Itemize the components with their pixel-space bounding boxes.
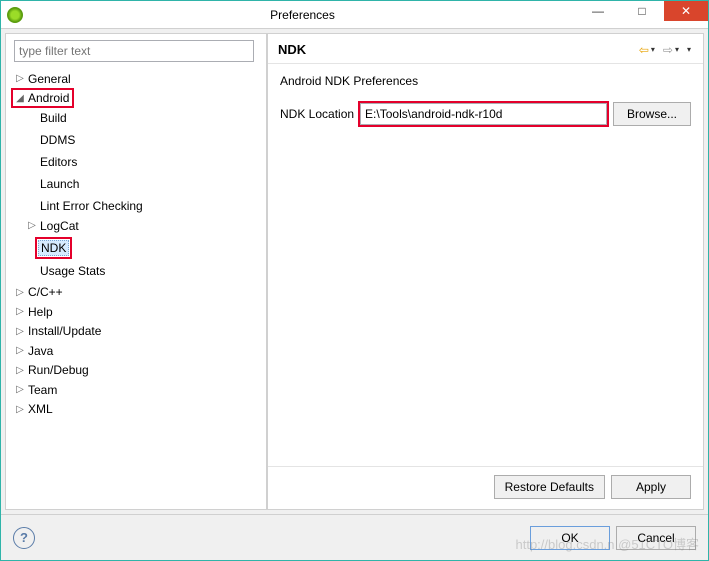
tree-item-logcat[interactable]: ▷LogCat bbox=[26, 219, 81, 233]
close-icon: ✕ bbox=[681, 4, 691, 18]
tree-item-android[interactable]: ◢Android bbox=[14, 91, 71, 105]
tree-item-run-debug[interactable]: ▷Run/Debug bbox=[14, 363, 91, 377]
help-icon[interactable]: ? bbox=[13, 527, 35, 549]
app-icon bbox=[7, 7, 23, 23]
tree-item-help[interactable]: ▷Help bbox=[14, 305, 55, 319]
cancel-button[interactable]: Cancel bbox=[616, 526, 696, 550]
page-title: NDK bbox=[278, 42, 637, 57]
chevron-right-icon: ▷ bbox=[14, 287, 26, 298]
page-subtitle: Android NDK Preferences bbox=[280, 74, 691, 88]
dialog-buttons-bar: ? OK Cancel bbox=[1, 514, 708, 560]
preference-tree[interactable]: ▷General ◢Android Build DDMS Editors Lau… bbox=[6, 68, 266, 509]
window-title: Preferences bbox=[29, 8, 576, 22]
ndk-location-input[interactable] bbox=[360, 103, 607, 125]
content-row: ▷General ◢Android Build DDMS Editors Lau… bbox=[1, 29, 708, 514]
page-panel: NDK ⇦▾ ⇨▾ ▾ Android NDK Preferences NDK … bbox=[267, 33, 704, 510]
tree-item-team[interactable]: ▷Team bbox=[14, 383, 59, 397]
arrow-back-icon: ⇦ bbox=[639, 43, 649, 57]
tree-item-xml[interactable]: ▷XML bbox=[14, 402, 55, 416]
chevron-down-icon: ▾ bbox=[675, 45, 679, 54]
preferences-window: Preferences — □ ✕ ▷General ◢Android Buil… bbox=[0, 0, 709, 561]
apply-button[interactable]: Apply bbox=[611, 475, 691, 499]
chevron-right-icon: ▷ bbox=[14, 384, 26, 395]
header-tools: ⇦▾ ⇨▾ ▾ bbox=[637, 43, 693, 57]
maximize-button[interactable]: □ bbox=[620, 1, 664, 21]
tree-item-launch[interactable]: Launch bbox=[26, 177, 81, 191]
chevron-right-icon: ▷ bbox=[14, 306, 26, 317]
ndk-location-row: NDK Location Browse... bbox=[280, 102, 691, 126]
tree-item-ndk[interactable]: NDK bbox=[26, 240, 69, 256]
tree-item-java[interactable]: ▷Java bbox=[14, 344, 55, 358]
tree-panel: ▷General ◢Android Build DDMS Editors Lau… bbox=[5, 33, 267, 510]
chevron-right-icon: ▷ bbox=[26, 220, 38, 231]
browse-button[interactable]: Browse... bbox=[613, 102, 691, 126]
titlebar: Preferences — □ ✕ bbox=[1, 1, 708, 29]
ndk-location-label: NDK Location bbox=[280, 107, 354, 121]
chevron-down-icon: ◢ bbox=[14, 93, 26, 104]
tree-item-install-update[interactable]: ▷Install/Update bbox=[14, 324, 103, 338]
chevron-right-icon: ▷ bbox=[14, 345, 26, 356]
tree-item-lint[interactable]: Lint Error Checking bbox=[26, 199, 145, 213]
filter-input[interactable] bbox=[14, 40, 254, 62]
chevron-down-icon: ▾ bbox=[651, 45, 655, 54]
page-body: Android NDK Preferences NDK Location Bro… bbox=[268, 64, 703, 466]
chevron-down-icon: ▾ bbox=[687, 45, 691, 54]
chevron-right-icon: ▷ bbox=[14, 73, 26, 84]
tree-item-general[interactable]: ▷General bbox=[14, 72, 73, 86]
chevron-right-icon: ▷ bbox=[14, 404, 26, 415]
arrow-forward-icon: ⇨ bbox=[663, 43, 673, 57]
page-header: NDK ⇦▾ ⇨▾ ▾ bbox=[268, 34, 703, 64]
maximize-icon: □ bbox=[638, 4, 645, 18]
tree-item-ddms[interactable]: DDMS bbox=[26, 133, 77, 147]
tree-item-ccpp[interactable]: ▷C/C++ bbox=[14, 285, 65, 299]
chevron-right-icon: ▷ bbox=[14, 365, 26, 376]
close-button[interactable]: ✕ bbox=[664, 1, 708, 21]
tree-item-build[interactable]: Build bbox=[26, 111, 69, 125]
minimize-button[interactable]: — bbox=[576, 1, 620, 21]
ok-button[interactable]: OK bbox=[530, 526, 610, 550]
page-footer: Restore Defaults Apply bbox=[268, 466, 703, 509]
tree-item-usage-stats[interactable]: Usage Stats bbox=[26, 264, 107, 278]
nav-forward-button[interactable]: ⇨▾ bbox=[661, 43, 681, 57]
nav-back-button[interactable]: ⇦▾ bbox=[637, 43, 657, 57]
restore-defaults-button[interactable]: Restore Defaults bbox=[494, 475, 605, 499]
page-menu-button[interactable]: ▾ bbox=[685, 45, 693, 54]
minimize-icon: — bbox=[592, 4, 604, 18]
window-buttons: — □ ✕ bbox=[576, 1, 708, 28]
chevron-right-icon: ▷ bbox=[14, 326, 26, 337]
tree-item-editors[interactable]: Editors bbox=[26, 155, 79, 169]
